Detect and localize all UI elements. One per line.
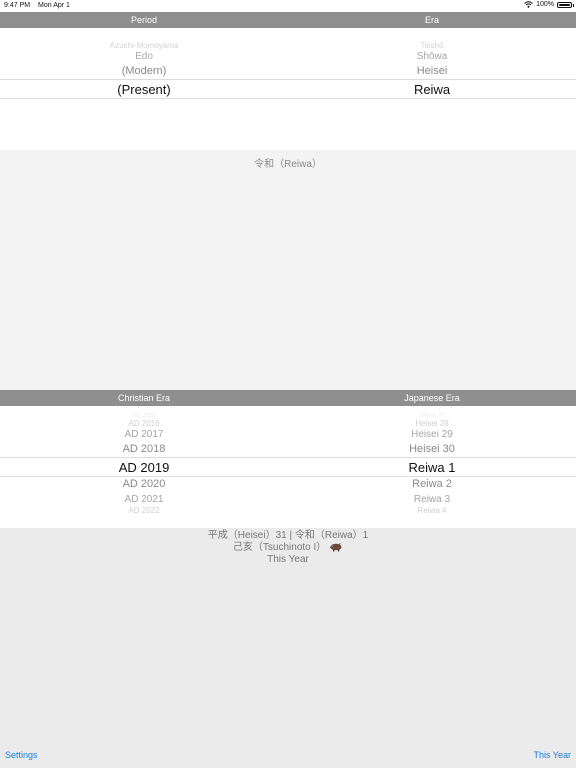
period-era-picker[interactable]: Azuchi-Momoyama Edo (Modern) (Present) T… bbox=[0, 28, 576, 150]
battery-icon bbox=[557, 1, 574, 8]
year-option-selected[interactable]: AD 2019 bbox=[0, 460, 288, 475]
year-option[interactable]: AD 2017 bbox=[0, 429, 288, 440]
status-time: 9:47 PM bbox=[4, 2, 31, 9]
period-wheel[interactable]: Azuchi-Momoyama Edo (Modern) (Present) bbox=[0, 28, 288, 150]
period-option-selected[interactable]: (Present) bbox=[0, 82, 288, 97]
boar-icon bbox=[329, 543, 342, 552]
year-option[interactable]: Reiwa 2 bbox=[288, 478, 576, 490]
year-option-selected[interactable]: Reiwa 1 bbox=[288, 460, 576, 475]
era-detail-text: 令和（Reiwa） bbox=[254, 159, 322, 170]
conversion-header: Christian Era Japanese Era bbox=[0, 390, 576, 406]
era-column-title: Era bbox=[424, 15, 439, 25]
year-option[interactable]: AD 2016 bbox=[0, 419, 288, 428]
zodiac-text: 己亥（Tsuchinoto I） bbox=[232, 542, 327, 553]
zodiac-line: 己亥（Tsuchinoto I） bbox=[0, 542, 576, 554]
year-option[interactable]: Heisei 30 bbox=[288, 443, 576, 455]
japanese-year-wheel[interactable]: Heisei 27 Heisei 28 Heisei 29 Heisei 30 … bbox=[288, 406, 576, 528]
year-conversion-picker[interactable]: AD 2015 AD 2016 AD 2017 AD 2018 AD 2019 … bbox=[0, 406, 576, 528]
christian-year-wheel[interactable]: AD 2015 AD 2016 AD 2017 AD 2018 AD 2019 … bbox=[0, 406, 288, 528]
this-year-button[interactable]: This Year bbox=[533, 750, 571, 760]
selection-line bbox=[0, 98, 576, 99]
year-info: 平成（Heisei）31 | 令和（Reiwa）1 己亥（Tsuchinoto … bbox=[0, 530, 576, 566]
year-option[interactable]: AD 2018 bbox=[0, 443, 288, 455]
period-option[interactable]: Edo bbox=[0, 51, 288, 62]
status-bar: 9:47 PM Mon Apr 1 100% bbox=[0, 0, 576, 12]
japanese-era-title: Japanese Era bbox=[404, 393, 460, 403]
settings-button[interactable]: Settings bbox=[5, 750, 38, 760]
year-option[interactable]: AD 2021 bbox=[0, 494, 288, 505]
this-year-label: This Year bbox=[267, 554, 309, 565]
era-option[interactable]: Taishō bbox=[288, 41, 576, 50]
status-date: Mon Apr 1 bbox=[38, 2, 70, 9]
christian-era-title: Christian Era bbox=[117, 393, 171, 403]
selection-line bbox=[0, 79, 576, 80]
wifi-icon bbox=[524, 1, 533, 8]
period-era-header: Period Era bbox=[0, 12, 576, 28]
year-option[interactable]: Reiwa 3 bbox=[288, 494, 576, 505]
era-option[interactable]: Shōwa bbox=[288, 51, 576, 62]
period-option[interactable]: Azuchi-Momoyama bbox=[0, 41, 288, 50]
year-option[interactable]: AD 2022 bbox=[0, 506, 288, 515]
era-wheel[interactable]: Taishō Shōwa Heisei Reiwa bbox=[288, 28, 576, 150]
era-option[interactable]: Heisei bbox=[288, 65, 576, 77]
selection-line bbox=[0, 476, 576, 477]
era-years-text: 平成（Heisei）31 | 令和（Reiwa）1 bbox=[207, 530, 369, 541]
year-option[interactable]: Reiwa 4 bbox=[288, 506, 576, 515]
battery-percent: 100% bbox=[536, 1, 554, 8]
year-option[interactable]: Heisei 29 bbox=[288, 429, 576, 440]
period-column-title: Period bbox=[130, 15, 157, 25]
year-option[interactable]: AD 2020 bbox=[0, 478, 288, 490]
selection-line bbox=[0, 457, 576, 458]
era-detail-panel: 令和（Reiwa） bbox=[0, 150, 576, 390]
period-option[interactable]: (Modern) bbox=[0, 65, 288, 77]
era-option-selected[interactable]: Reiwa bbox=[288, 82, 576, 97]
year-option[interactable]: Heisei 28 bbox=[288, 419, 576, 428]
